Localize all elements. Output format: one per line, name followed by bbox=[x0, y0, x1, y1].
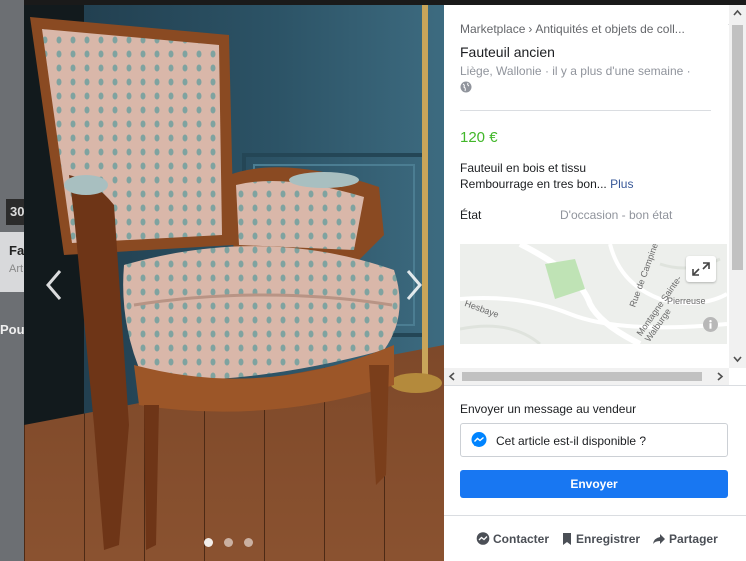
globe-icon bbox=[460, 81, 472, 93]
divider bbox=[444, 385, 746, 386]
vertical-scrollbar[interactable] bbox=[729, 5, 746, 368]
scroll-up-icon[interactable] bbox=[729, 5, 746, 21]
horizontal-scrollbar[interactable] bbox=[444, 368, 729, 385]
messenger-icon bbox=[476, 532, 490, 545]
message-input[interactable]: Cet article est-il disponible ? bbox=[460, 423, 728, 457]
location-map[interactable]: Rue de Campine Montagne Sainte-Walburge … bbox=[460, 244, 727, 344]
save-label: Enregistrer bbox=[576, 532, 641, 546]
photo-dot[interactable] bbox=[244, 538, 253, 547]
previous-photo-button[interactable] bbox=[40, 265, 70, 305]
message-input-text: Cet article est-il disponible ? bbox=[496, 434, 647, 448]
condition-label: État bbox=[460, 208, 482, 222]
photo-dot[interactable] bbox=[224, 538, 233, 547]
contact-label: Contacter bbox=[493, 532, 550, 546]
photo-dot[interactable] bbox=[204, 538, 213, 547]
bookmark-icon bbox=[563, 533, 572, 545]
map-label: Pierreuse bbox=[667, 296, 706, 306]
photo-pagination bbox=[204, 538, 253, 547]
description-line: Rembourrage en tres bon... Plus bbox=[460, 176, 633, 192]
send-button[interactable]: Envoyer bbox=[460, 470, 728, 498]
horizontal-scrollbar-thumb[interactable] bbox=[462, 372, 702, 381]
chevron-left-icon bbox=[46, 270, 62, 300]
breadcrumb-separator: › bbox=[528, 22, 533, 36]
breadcrumb-category[interactable]: Antiquités et objets de coll... bbox=[535, 22, 684, 36]
photo-viewer bbox=[24, 5, 444, 561]
listing-price: 120 € bbox=[460, 129, 498, 146]
description-text: Rembourrage en tres bon... bbox=[460, 177, 607, 191]
share-icon bbox=[653, 534, 666, 544]
messenger-icon bbox=[471, 432, 487, 447]
share-label: Partager bbox=[669, 532, 718, 546]
listing-title: Fauteuil ancien bbox=[460, 44, 555, 60]
breadcrumb: Marketplace › Antiquités et objets de coll… bbox=[460, 22, 696, 36]
next-photo-button[interactable] bbox=[398, 265, 428, 305]
background-card-subtitle: Art bbox=[9, 263, 24, 275]
scroll-left-icon[interactable] bbox=[444, 368, 460, 385]
listing-meta: Liège, Wallonie · il y a plus d'une sema… bbox=[460, 64, 691, 78]
more-link[interactable]: Plus bbox=[610, 177, 633, 191]
listing-panel: Marketplace › Antiquités et objets de coll… bbox=[444, 5, 746, 561]
breadcrumb-marketplace[interactable]: Marketplace bbox=[460, 22, 525, 36]
save-button[interactable]: Enregistrer bbox=[561, 532, 640, 546]
map-info-icon[interactable] bbox=[703, 317, 718, 332]
scroll-right-icon[interactable] bbox=[712, 368, 728, 385]
chevron-right-icon bbox=[406, 270, 422, 300]
action-bar: Contacter Enregistrer Partager bbox=[476, 532, 730, 546]
scroll-down-icon[interactable] bbox=[729, 351, 746, 367]
message-heading: Envoyer un message au vendeur bbox=[460, 402, 637, 416]
listing-description: Fauteuil en bois et tissu Rembourrage en… bbox=[460, 160, 633, 192]
share-button[interactable]: Partager bbox=[652, 532, 718, 546]
listing-details: Marketplace › Antiquités et objets de coll… bbox=[444, 5, 746, 371]
description-line: Fauteuil en bois et tissu bbox=[460, 161, 587, 175]
expand-icon bbox=[692, 262, 710, 276]
contact-button[interactable]: Contacter bbox=[476, 532, 549, 546]
listing-photo bbox=[24, 5, 444, 561]
divider bbox=[444, 515, 746, 516]
background-card bbox=[0, 232, 24, 292]
divider bbox=[460, 110, 711, 111]
info-icon bbox=[709, 320, 712, 329]
vertical-scrollbar-thumb[interactable] bbox=[732, 25, 743, 270]
condition-value: D'occasion - bon état bbox=[560, 208, 673, 222]
map-expand-button[interactable] bbox=[686, 256, 716, 282]
